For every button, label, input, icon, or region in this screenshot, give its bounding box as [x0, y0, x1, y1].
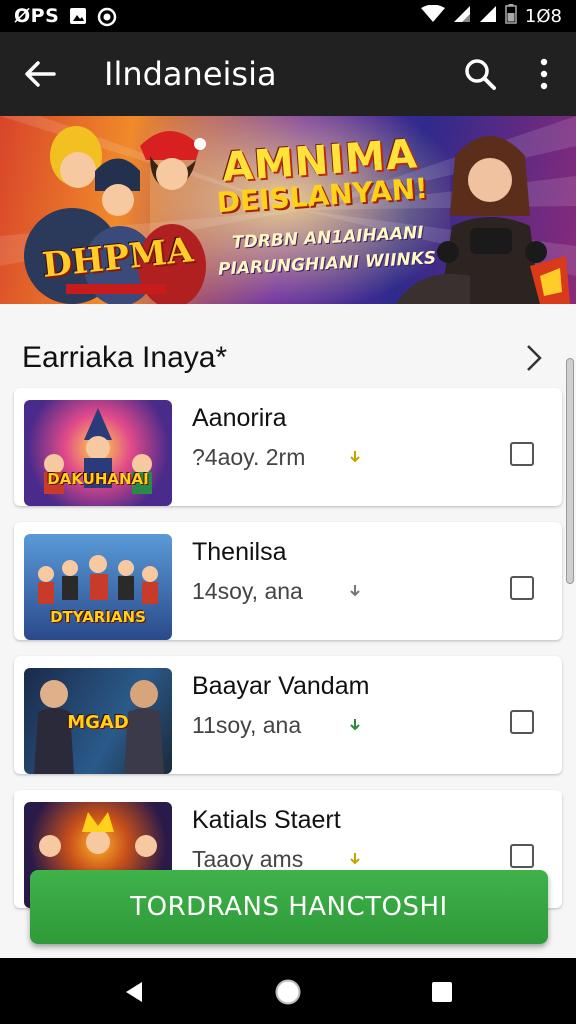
signal-icon	[453, 5, 471, 28]
item-meta: Taaoy ams	[192, 846, 304, 872]
search-icon	[465, 59, 496, 90]
item-name: Thenilsa	[192, 538, 287, 566]
image-icon	[69, 7, 87, 25]
game-thumbnail: DTYARIANS	[24, 534, 172, 640]
item-name: Aanorira	[192, 404, 287, 432]
item-checkbox[interactable]	[510, 844, 534, 868]
thumbnail-title: MGAD	[67, 712, 129, 733]
nav-recents-icon	[432, 982, 452, 1002]
battery-icon	[505, 3, 517, 29]
item-meta: 14soy, ana	[192, 578, 303, 604]
overflow-menu-button[interactable]	[512, 32, 576, 116]
nav-home-button[interactable]	[270, 974, 306, 1010]
wifi-icon	[420, 4, 445, 28]
item-meta: 11soy, ana	[192, 712, 302, 738]
download-icon	[350, 719, 360, 731]
item-checkbox[interactable]	[510, 442, 534, 466]
status-bar: ØPS 1Ø8	[0, 0, 576, 32]
system-nav-bar	[0, 958, 576, 1024]
list-item[interactable]: MGAD Baayar Vandam 11soy, ana	[14, 656, 562, 774]
item-checkbox[interactable]	[510, 576, 534, 600]
item-checkbox[interactable]	[510, 710, 534, 734]
game-thumbnail: DAKUHANAI	[24, 400, 172, 506]
search-button[interactable]	[448, 32, 512, 116]
download-icon	[350, 585, 360, 597]
nav-home-icon	[275, 979, 301, 1005]
thumbnail-title: DTYARIANS	[50, 608, 146, 626]
more-vert-icon	[540, 58, 548, 90]
nav-back-icon	[126, 982, 142, 1002]
download-icon	[350, 451, 360, 463]
item-name: Baayar Vandam	[192, 672, 370, 700]
item-meta: ?4aoy. 2rm	[192, 444, 306, 470]
item-name: Katials Staert	[192, 806, 341, 834]
scrollbar[interactable]	[566, 358, 574, 584]
banner-logo-ribbon	[66, 284, 166, 294]
app-bar: Ilndaneisia	[0, 32, 576, 116]
section-title: Earriaka Inaya*	[22, 341, 228, 374]
game-thumbnail: MGAD	[24, 668, 172, 774]
carrier-label: ØPS	[14, 5, 60, 27]
clock: 1Ø8	[524, 5, 562, 27]
nav-back-button[interactable]	[116, 974, 152, 1010]
arrow-back-icon	[25, 61, 56, 87]
section-header[interactable]: Earriaka Inaya*	[0, 324, 576, 392]
record-icon	[97, 7, 117, 27]
promo-banner[interactable]: AMNIMA DEISLANYAN! TDRBN AN1AIHAANI PIAR…	[0, 116, 576, 304]
download-icon	[350, 853, 360, 865]
primary-action-button[interactable]: TORDRANS HANCTOSHI	[30, 870, 548, 944]
list-item[interactable]: DAKUHANAI Aanorira ?4aoy. 2rm	[14, 388, 562, 506]
thumbnail-title: DAKUHANAI	[47, 470, 149, 488]
signal-icon	[479, 5, 497, 28]
page-title: Ilndaneisia	[104, 55, 277, 93]
list-item[interactable]: DTYARIANS Thenilsa 14soy, ana	[14, 522, 562, 640]
back-button[interactable]	[0, 32, 80, 116]
chevron-right-icon[interactable]	[522, 342, 546, 374]
nav-recents-button[interactable]	[424, 974, 460, 1010]
